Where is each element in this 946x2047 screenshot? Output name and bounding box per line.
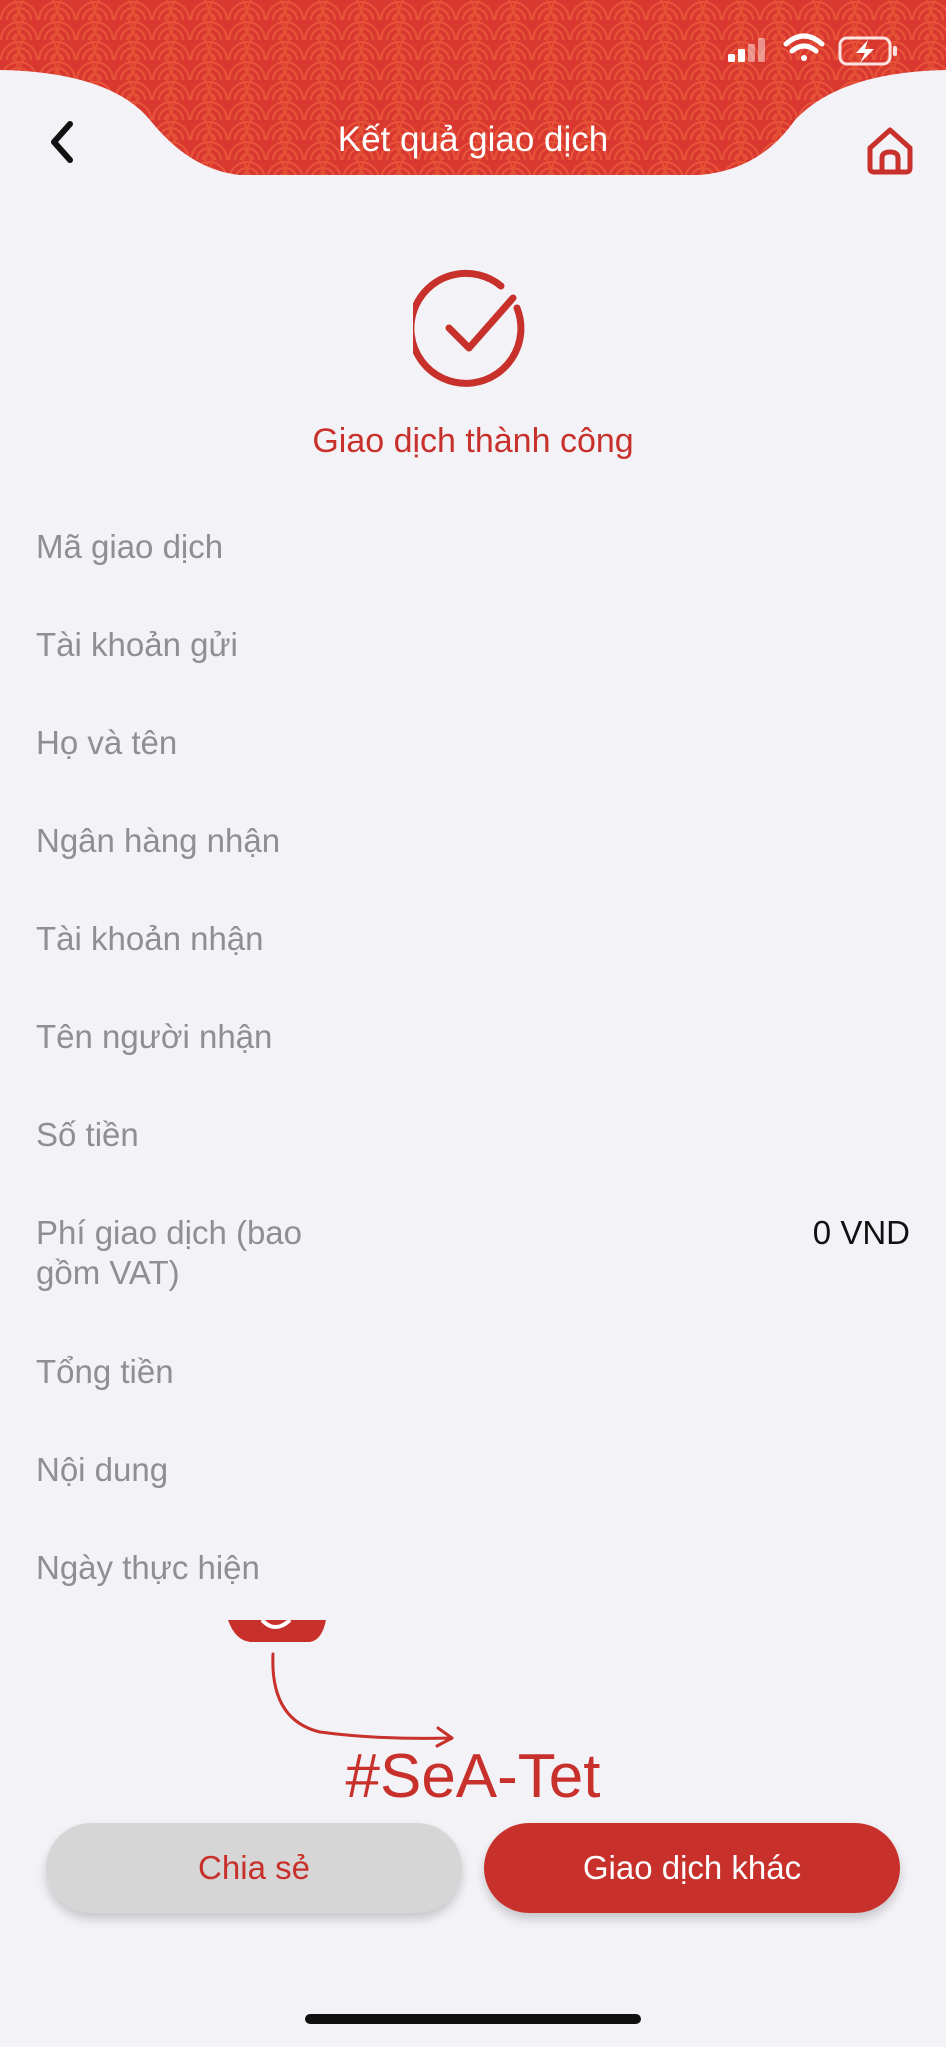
- home-icon: [867, 127, 913, 175]
- detail-label: Tổng tiền: [36, 1353, 174, 1390]
- detail-row-full-name: Họ và tên: [36, 716, 910, 814]
- battery-charging-icon: [838, 36, 897, 66]
- detail-row-fee: Phí giao dịch (bao gồm VAT) 0 VND: [36, 1206, 910, 1345]
- detail-label: Tài khoản nhận: [36, 920, 264, 957]
- detail-value: 0 VND: [812, 1214, 910, 1251]
- detail-label: Số tiền: [36, 1116, 139, 1153]
- detail-label: Ngày thực hiện: [36, 1549, 260, 1586]
- signal-icon: [728, 38, 765, 62]
- other-transaction-button[interactable]: Giao dịch khác: [484, 1823, 900, 1913]
- page-title: Kết quả giao dịch: [337, 120, 609, 159]
- detail-label: Họ và tên: [36, 724, 178, 761]
- detail-label: Phí giao dịch (bao gồm VAT): [36, 1214, 303, 1291]
- status-bar: [728, 33, 897, 66]
- detail-label: Nội dung: [36, 1451, 169, 1488]
- wifi-icon: [783, 33, 825, 61]
- tet-hashtag: #SeA-Tet: [345, 1742, 601, 1811]
- transaction-details: Mã giao dịch Tài khoản gửi Họ và tên Ngâ…: [0, 520, 946, 1639]
- detail-row-content: Nội dung: [36, 1443, 910, 1541]
- success-message: Giao dịch thành công: [312, 422, 634, 460]
- detail-row-transaction-id: Mã giao dịch: [36, 520, 910, 618]
- detail-label: Tên người nhận: [36, 1018, 273, 1055]
- detail-row-source-account: Tài khoản gửi: [36, 618, 910, 716]
- home-indicator: [305, 2014, 641, 2024]
- check-circle-icon: [413, 269, 525, 387]
- detail-row-recipient-name: Tên người nhận: [36, 1010, 910, 1108]
- detail-label: Mã giao dịch: [36, 528, 224, 565]
- detail-row-receiving-account: Tài khoản nhận: [36, 912, 910, 1010]
- detail-row-receiving-bank: Ngân hàng nhận: [36, 814, 910, 912]
- detail-row-amount: Số tiền: [36, 1108, 910, 1206]
- detail-label: Ngân hàng nhận: [36, 822, 281, 859]
- detail-row-total: Tổng tiền: [36, 1345, 910, 1443]
- share-button[interactable]: Chia sẻ: [46, 1823, 462, 1913]
- detail-label: Tài khoản gửi: [36, 626, 238, 663]
- home-button[interactable]: [858, 118, 922, 182]
